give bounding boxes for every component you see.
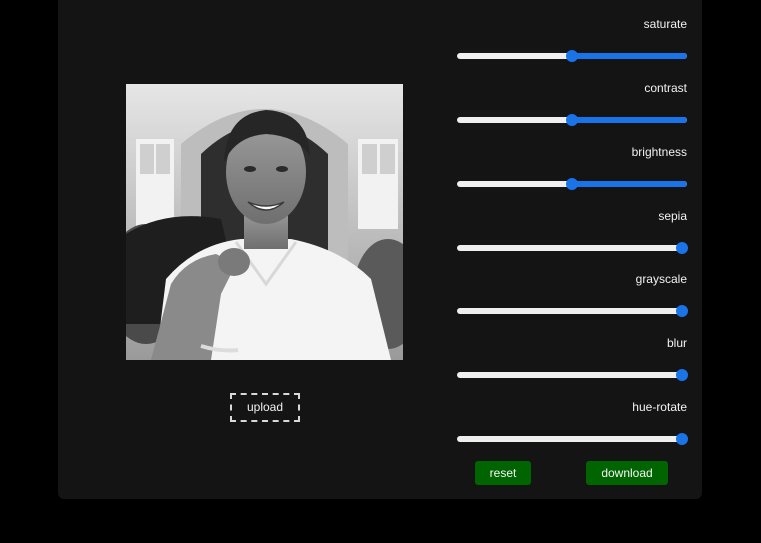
slider-thumb[interactable] <box>676 433 688 445</box>
saturate-slider[interactable] <box>457 50 687 62</box>
slider-thumb[interactable] <box>676 369 688 381</box>
sepia-control: sepia <box>456 196 688 256</box>
slider-track <box>457 245 687 251</box>
grayscale-control: grayscale <box>456 259 688 319</box>
brightness-control: brightness <box>456 132 688 192</box>
contrast-slider[interactable] <box>457 114 687 126</box>
editor-panel: upload saturate contrast brightness sepi… <box>58 0 702 499</box>
hue-rotate-control: hue-rotate <box>456 387 688 447</box>
preview-image <box>126 84 403 360</box>
slider-thumb[interactable] <box>566 178 578 190</box>
contrast-label: contrast <box>644 81 687 95</box>
slider-thumb[interactable] <box>676 242 688 254</box>
slider-fill <box>572 117 687 123</box>
brightness-slider[interactable] <box>457 178 687 190</box>
upload-button[interactable]: upload <box>230 393 300 422</box>
slider-fill <box>572 181 687 187</box>
slider-fill <box>572 53 687 59</box>
blur-control: blur <box>456 323 688 383</box>
sepia-slider[interactable] <box>457 242 688 254</box>
slider-thumb[interactable] <box>676 305 688 317</box>
grayscale-slider[interactable] <box>457 305 688 317</box>
slider-thumb[interactable] <box>566 50 578 62</box>
grayscale-label: grayscale <box>635 272 687 286</box>
slider-track <box>457 372 687 378</box>
saturate-control: saturate <box>456 4 688 64</box>
reset-button[interactable]: reset <box>475 461 531 485</box>
hue-rotate-label: hue-rotate <box>632 400 687 414</box>
sepia-label: sepia <box>658 209 687 223</box>
saturate-label: saturate <box>643 17 687 31</box>
contrast-control: contrast <box>456 68 688 128</box>
blur-slider[interactable] <box>457 369 688 381</box>
brightness-label: brightness <box>631 145 687 159</box>
download-button[interactable]: download <box>586 461 668 485</box>
slider-track <box>457 308 687 314</box>
slider-thumb[interactable] <box>566 114 578 126</box>
slider-track <box>457 436 687 442</box>
blur-label: blur <box>666 336 687 350</box>
hue-rotate-slider[interactable] <box>457 433 688 445</box>
